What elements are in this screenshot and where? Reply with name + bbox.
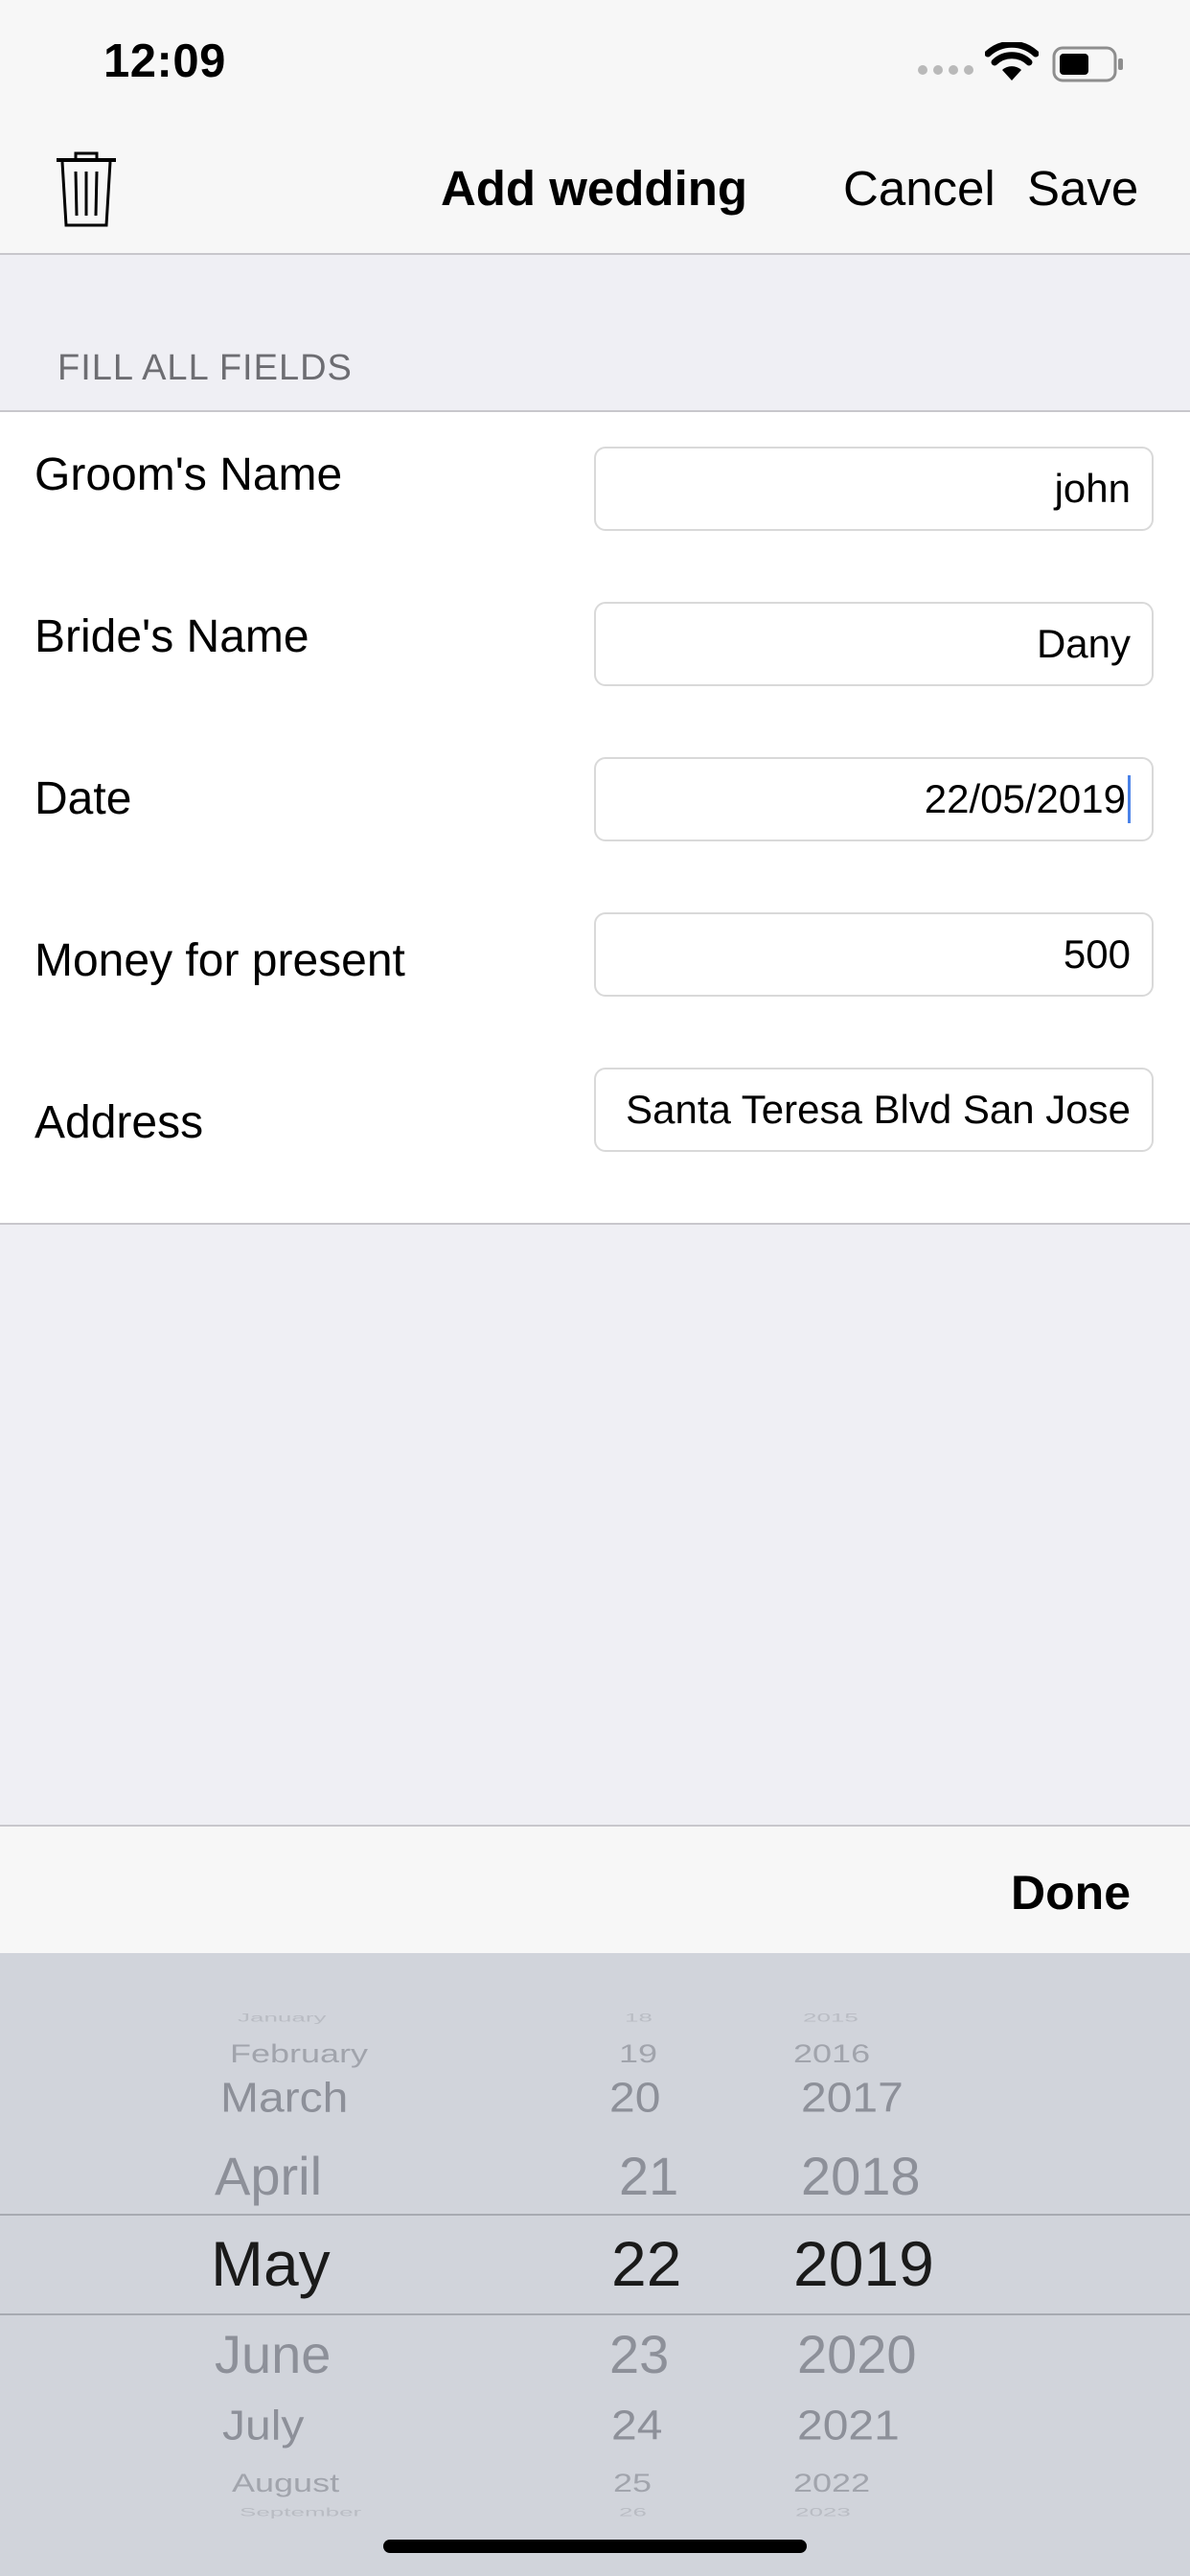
picker-year-option[interactable]: 2021 (797, 2403, 900, 2450)
picker-month-option[interactable]: June (215, 2323, 331, 2385)
picker-year-option[interactable]: 2020 (797, 2323, 917, 2385)
money-value: 500 (1063, 932, 1131, 977)
cancel-button[interactable]: Cancel (843, 160, 995, 217)
picker-month-selected[interactable]: May (211, 2227, 331, 2300)
signal-dots-icon (918, 65, 975, 79)
grooms-name-field[interactable]: john (594, 447, 1154, 531)
section-header: FILL ALL FIELDS (57, 348, 353, 388)
battery-icon (1052, 46, 1123, 82)
picker-year-option[interactable]: 2023 (795, 2506, 851, 2519)
brides-name-label: Bride's Name (34, 611, 309, 662)
navigation-bar: Add wedding Cancel Save (0, 129, 1190, 255)
done-button[interactable]: Done (1011, 1865, 1131, 1920)
address-label: Address (34, 1097, 204, 1148)
picker-day-option[interactable]: 24 (611, 2403, 662, 2450)
picker-day-option[interactable]: 19 (619, 2038, 657, 2069)
date-picker[interactable]: January February March April May June Ju… (0, 1953, 1190, 2576)
page-title: Add wedding (440, 161, 748, 216)
picker-day-option[interactable]: 25 (613, 2468, 652, 2498)
picker-month-option[interactable]: April (215, 2145, 322, 2207)
money-field[interactable]: 500 (594, 912, 1154, 997)
picker-day-option[interactable]: 18 (625, 2012, 652, 2025)
picker-month-option[interactable]: September (240, 2506, 361, 2519)
home-indicator[interactable] (383, 2540, 807, 2553)
money-label: Money for present (34, 935, 405, 986)
picker-day-option[interactable]: 20 (609, 2075, 660, 2123)
wedding-form: Groom's Name john Bride's Name Dany Date… (0, 410, 1190, 1225)
text-cursor (1128, 774, 1131, 823)
picker-day-selected[interactable]: 22 (611, 2227, 681, 2300)
grooms-name-value: john (1054, 466, 1131, 511)
status-bar: 12:09 (0, 0, 1190, 129)
date-value: 22/05/2019 (924, 776, 1126, 821)
wifi-icon (985, 42, 1039, 80)
picker-year-option[interactable]: 2017 (801, 2075, 904, 2123)
status-time: 12:09 (103, 35, 226, 87)
picker-day-option[interactable]: 26 (619, 2506, 647, 2519)
brides-name-value: Dany (1036, 621, 1131, 666)
picker-year-option[interactable]: 2016 (793, 2038, 870, 2069)
picker-year-option[interactable]: 2022 (793, 2468, 870, 2498)
picker-toolbar: Done (0, 1825, 1190, 1955)
address-value: Santa Teresa Blvd San Jose (626, 1087, 1131, 1132)
picker-month-option[interactable]: February (230, 2038, 368, 2069)
picker-month-option[interactable]: August (232, 2468, 339, 2498)
grooms-name-label: Groom's Name (34, 449, 343, 500)
picker-year-selected[interactable]: 2019 (793, 2227, 934, 2300)
picker-month-option[interactable]: July (222, 2403, 304, 2450)
save-button[interactable]: Save (1027, 160, 1138, 217)
address-field[interactable]: Santa Teresa Blvd San Jose (594, 1068, 1154, 1152)
date-label: Date (34, 773, 132, 824)
picker-year-option[interactable]: 2015 (803, 2012, 858, 2025)
picker-selection-band (0, 2214, 1190, 2315)
trash-icon[interactable] (53, 150, 120, 229)
date-field[interactable]: 22/05/2019 (594, 757, 1154, 841)
picker-day-option[interactable]: 23 (609, 2323, 669, 2385)
picker-month-option[interactable]: March (220, 2075, 348, 2123)
picker-month-option[interactable]: January (238, 2012, 327, 2025)
brides-name-field[interactable]: Dany (594, 602, 1154, 686)
picker-year-option[interactable]: 2018 (801, 2145, 921, 2207)
picker-day-option[interactable]: 21 (619, 2145, 678, 2207)
